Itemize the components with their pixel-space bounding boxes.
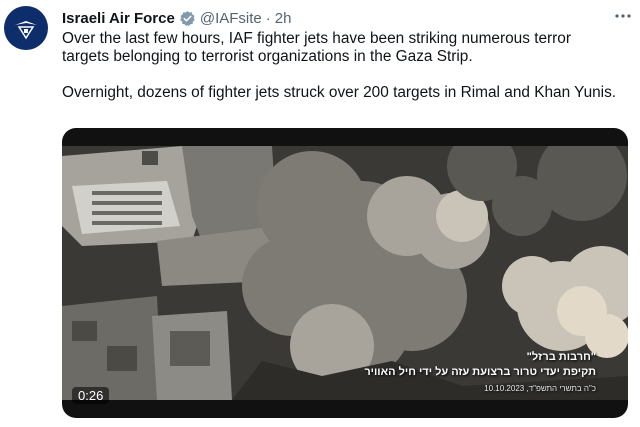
video-overlay-date: 10.10.2023 ,כ"ה בתשרי התשפ"ד (484, 384, 596, 393)
separator-dot: · (265, 9, 271, 27)
more-options-icon[interactable] (612, 8, 634, 24)
iaf-emblem-icon (15, 21, 37, 40)
verified-badge-icon (179, 10, 196, 27)
video-overlay-subtitle: תקיפת יעדי טרור ברצועת עזה על ידי חיל הא… (364, 366, 596, 378)
author-avatar[interactable] (4, 6, 48, 50)
author-handle[interactable]: @IAFsite (200, 10, 262, 27)
tweet-paragraph-1: Over the last few hours, IAF fighter jet… (62, 30, 571, 65)
video-duration: 0:26 (72, 387, 110, 404)
tweet-paragraph-2: Overnight, dozens of fighter jets struck… (62, 84, 617, 101)
tweet-header: Israeli Air Force @IAFsite · 2h (62, 8, 620, 28)
timestamp[interactable]: 2h (275, 10, 292, 27)
video-player[interactable]: "חרבות ברזל" תקיפת יעדי טרור ברצועת עזה … (62, 128, 628, 418)
author-name[interactable]: Israeli Air Force (62, 10, 175, 27)
video-overlay-title: "חרבות ברזל" (526, 351, 596, 363)
tweet-text: Over the last few hours, IAF fighter jet… (62, 30, 622, 102)
video-frame: "חרבות ברזל" תקיפת יעדי טרור ברצועת עזה … (62, 146, 628, 400)
